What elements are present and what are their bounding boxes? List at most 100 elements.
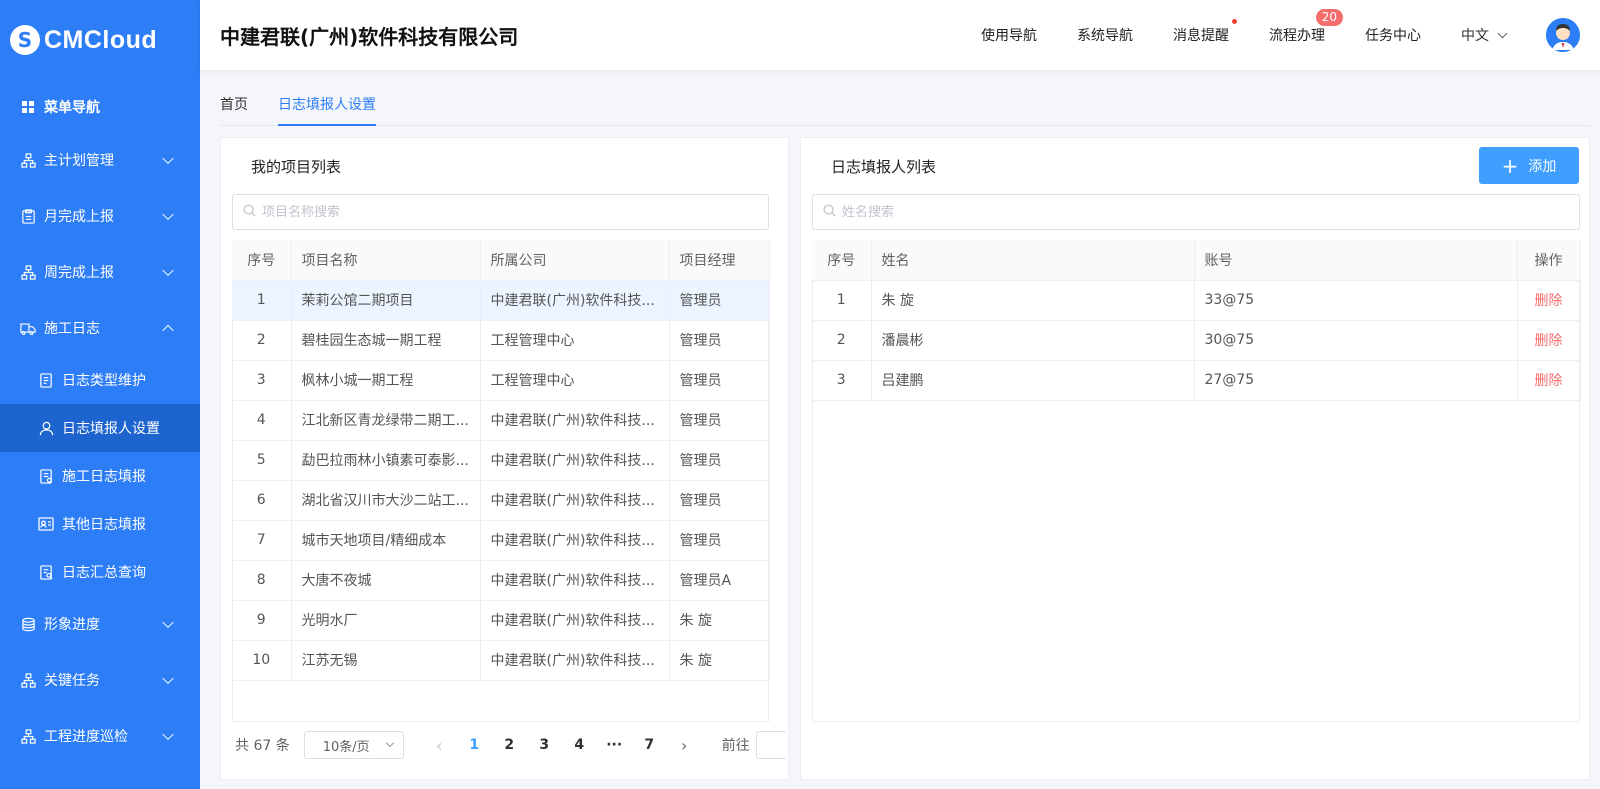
- add-reporter-button[interactable]: + 添加: [1479, 147, 1579, 184]
- id-card-icon: [38, 516, 54, 532]
- sidebar-item-weekly-report[interactable]: 周完成上报: [0, 244, 200, 300]
- nav-usage-guide[interactable]: 使用导航: [981, 25, 1037, 45]
- name-search-input[interactable]: [842, 204, 1523, 220]
- row-index: 3: [232, 360, 292, 401]
- project-manager: 管理员: [669, 440, 770, 481]
- row-index: 1: [812, 280, 872, 321]
- company-name-cell: 中建君联(广州)软件科技...: [480, 280, 670, 321]
- project-list-panel: 我的项目列表 序号 项目名称 所属公司 项目经理 1茉莉公馆二期项目中建君联(广…: [220, 137, 789, 780]
- sidebar-subitem-log-summary[interactable]: 日志汇总查询: [0, 548, 200, 596]
- sidebar-nav: 菜单导航 主计划管理 月完成上报 周完成上报 施工日志 日志类型维护 日志填报人…: [0, 82, 200, 764]
- table-row[interactable]: 2 潘晨彬 30@75 删除: [812, 320, 1581, 361]
- sidebar-item-construction-log[interactable]: 施工日志: [0, 300, 200, 356]
- nav-process-label: 流程办理: [1269, 28, 1325, 44]
- project-name: 勐巴拉雨林小镇素可泰影...: [291, 440, 481, 481]
- page-button[interactable]: 3: [527, 737, 562, 753]
- clipboard-icon: [20, 208, 36, 224]
- reporter-list-panel: 日志填报人列表 + 添加 序号 姓名 账号 操作 1朱 旋33@75删除2潘晨彬…: [800, 137, 1590, 780]
- sidebar-subitem-other-log[interactable]: 其他日志填报: [0, 500, 200, 548]
- top-header: 中建君联(广州)软件科技有限公司 使用导航 系统导航 消息提醒 流程办理 20 …: [200, 0, 1600, 70]
- row-index: 1: [232, 280, 292, 321]
- row-index: 2: [812, 320, 872, 361]
- table-row[interactable]: 6 湖北省汉川市大沙二站工... 中建君联(广州)软件科技... 管理员: [232, 480, 770, 521]
- sidebar-item-image-progress[interactable]: 形象进度: [0, 596, 200, 652]
- table-row[interactable]: 9 光明水厂 中建君联(广州)软件科技... 朱 旋: [232, 600, 770, 641]
- page-tabs: 首页 日志填报人设置: [220, 82, 1590, 126]
- sidebar-subitem-log-reporter[interactable]: 日志填报人设置: [0, 404, 200, 452]
- table-row[interactable]: 10 江苏无锡 中建君联(广州)软件科技... 朱 旋: [232, 640, 770, 681]
- more-pages-button[interactable]: ···: [597, 737, 632, 753]
- sidebar-item-label: 工程进度巡检: [44, 729, 128, 745]
- reporter-list-title: 日志填报人列表: [831, 158, 937, 176]
- org-chart-icon: [20, 672, 36, 688]
- reporter-name: 朱 旋: [871, 280, 1195, 321]
- prev-page-button[interactable]: ‹: [422, 736, 457, 755]
- page-button[interactable]: 4: [562, 737, 597, 753]
- sidebar-subitem-log-type[interactable]: 日志类型维护: [0, 356, 200, 404]
- page-size-select[interactable]: 10条/页: [303, 731, 404, 759]
- delete-link[interactable]: 删除: [1517, 280, 1581, 321]
- sidebar-item-master-plan[interactable]: 主计划管理: [0, 132, 200, 188]
- chevron-down-icon: [162, 264, 174, 277]
- column-header: 姓名: [871, 240, 1195, 281]
- nav-messages[interactable]: 消息提醒: [1173, 19, 1237, 45]
- sidebar-subitem-label: 其他日志填报: [62, 517, 146, 533]
- reporter-name: 潘晨彬: [871, 320, 1195, 361]
- avatar[interactable]: [1546, 18, 1580, 52]
- page-button[interactable]: 2: [492, 737, 527, 753]
- company-name-cell: 中建君联(广州)软件科技...: [480, 520, 670, 561]
- table-row[interactable]: 4 江北新区青龙绿带二期工... 中建君联(广州)软件科技... 管理员: [232, 400, 770, 441]
- table-row[interactable]: 3 吕建鹏 27@75 删除: [812, 360, 1581, 401]
- nav-task-center[interactable]: 任务中心: [1365, 25, 1421, 45]
- company-name-cell: 工程管理中心: [480, 360, 670, 401]
- chevron-up-icon: [162, 324, 174, 337]
- project-manager: 管理员: [669, 400, 770, 441]
- sidebar-item-monthly-report[interactable]: 月完成上报: [0, 188, 200, 244]
- table-row[interactable]: 8 大唐不夜城 中建君联(广州)软件科技... 管理员A: [232, 560, 770, 601]
- chevron-down-icon: [162, 728, 174, 741]
- sidebar: S CMCloud 菜单导航 主计划管理 月完成上报 周完成上报 施工日志 日志…: [0, 0, 200, 789]
- project-name: 茉莉公馆二期项目: [291, 280, 481, 321]
- reporter-account: 33@75: [1194, 280, 1518, 321]
- project-table: 序号 项目名称 所属公司 项目经理 1 茉莉公馆二期项目 中建君联(广州)软件科技.…: [232, 240, 770, 681]
- tab-home[interactable]: 首页: [220, 82, 248, 126]
- goto-page-input[interactable]: [755, 731, 786, 759]
- project-manager: 管理员: [669, 480, 770, 521]
- column-header: 所属公司: [480, 240, 670, 281]
- sidebar-menu-header[interactable]: 菜单导航: [0, 82, 200, 132]
- table-row[interactable]: 2 碧桂园生态城一期工程 工程管理中心 管理员: [232, 320, 770, 361]
- project-search-input[interactable]: [262, 204, 735, 220]
- project-search-field[interactable]: [232, 194, 769, 230]
- page-button[interactable]: 7: [632, 737, 667, 753]
- coins-icon: [20, 616, 36, 632]
- document-icon: [38, 372, 54, 388]
- column-header: 账号: [1194, 240, 1518, 281]
- sidebar-item-progress-inspection[interactable]: 工程进度巡检: [0, 708, 200, 764]
- nav-process[interactable]: 流程办理 20: [1269, 9, 1343, 45]
- row-index: 4: [232, 400, 292, 441]
- language-select[interactable]: 中文: [1461, 25, 1508, 45]
- project-name: 碧桂园生态城一期工程: [291, 320, 481, 361]
- nav-system-nav[interactable]: 系统导航: [1077, 25, 1133, 45]
- unread-dot: [1232, 19, 1237, 24]
- top-nav: 使用导航 系统导航 消息提醒 流程办理 20 任务中心 中文: [981, 0, 1600, 70]
- sidebar-item-key-tasks[interactable]: 关键任务: [0, 652, 200, 708]
- name-search-field[interactable]: [812, 194, 1580, 230]
- table-row[interactable]: 3 枫林小城一期工程 工程管理中心 管理员: [232, 360, 770, 401]
- table-row[interactable]: 1朱 旋 33@75 删除: [812, 280, 1581, 321]
- logo[interactable]: S CMCloud: [0, 0, 200, 80]
- process-count-badge: 20: [1315, 9, 1343, 26]
- delete-link[interactable]: 删除: [1517, 320, 1581, 361]
- sidebar-subitem-construction-log-fill[interactable]: 施工日志填报: [0, 452, 200, 500]
- page-button[interactable]: 1: [457, 737, 492, 753]
- delete-link[interactable]: 删除: [1517, 360, 1581, 401]
- project-name: 枫林小城一期工程: [291, 360, 481, 401]
- table-row[interactable]: 1 茉莉公馆二期项目 中建君联(广州)软件科技... 管理员: [232, 280, 770, 321]
- row-index: 2: [232, 320, 292, 361]
- table-row[interactable]: 7 城市天地项目/精细成本 中建君联(广州)软件科技... 管理员: [232, 520, 770, 561]
- next-page-button[interactable]: ›: [667, 736, 702, 755]
- project-manager: 管理员: [669, 360, 770, 401]
- tab-log-reporter-settings[interactable]: 日志填报人设置: [278, 82, 376, 126]
- document-search-icon: [38, 564, 54, 580]
- table-row[interactable]: 5 勐巴拉雨林小镇素可泰影... 中建君联(广州)软件科技... 管理员: [232, 440, 770, 481]
